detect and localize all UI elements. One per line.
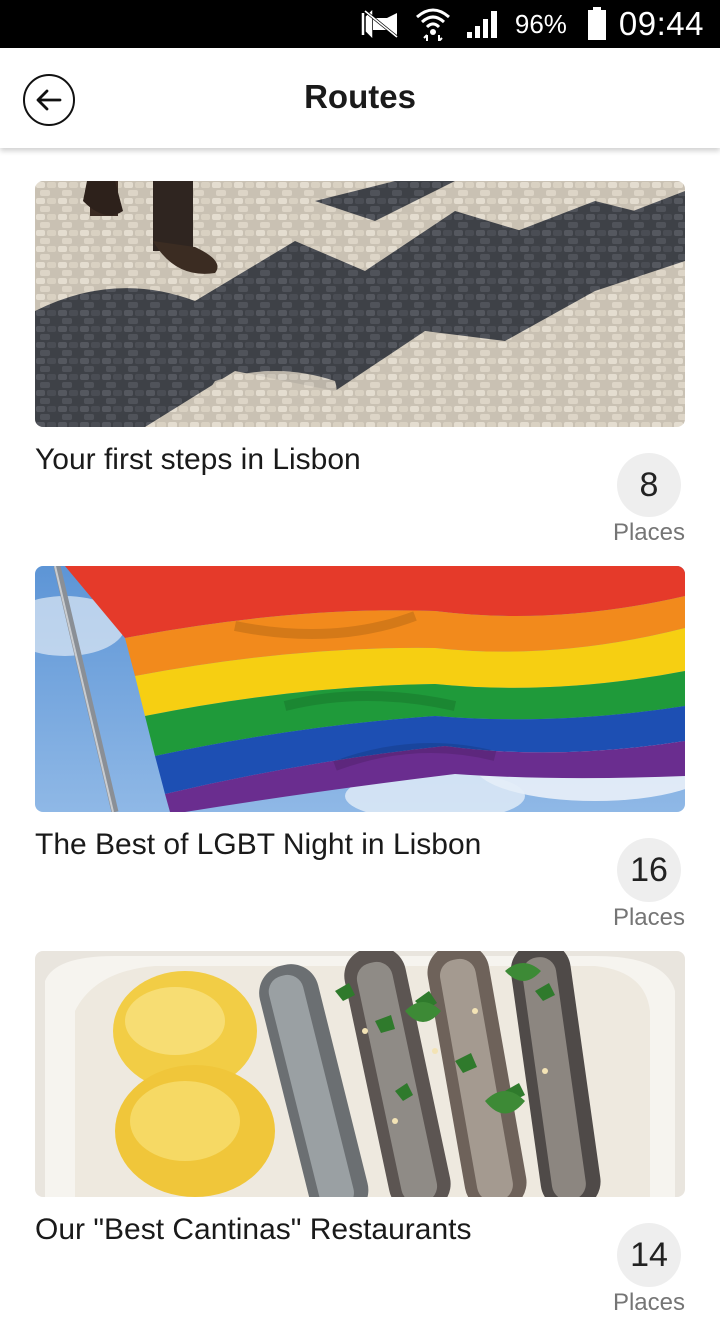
route-name: Our "Best Cantinas" Restaurants	[35, 1213, 472, 1246]
places-count-badge: 16	[617, 838, 681, 902]
app-bar: Routes	[0, 48, 720, 148]
route-image	[35, 181, 685, 427]
wifi-icon	[415, 8, 450, 41]
places-count-badge: 14	[617, 1223, 681, 1287]
places-label: Places	[612, 1289, 685, 1316]
status-icons: 96%	[357, 7, 573, 41]
route-image	[35, 566, 685, 812]
places-label: Places	[612, 519, 685, 546]
signal-icon	[466, 11, 497, 38]
places-count-badge: 8	[617, 453, 681, 517]
page-title: Routes	[304, 78, 416, 115]
mute-icon	[361, 9, 398, 39]
status-bar: 96% 09:44	[0, 0, 720, 48]
battery-icon	[587, 7, 606, 40]
route-name: The Best of LGBT Night in Lisbon	[35, 828, 482, 861]
clock: 09:44	[618, 5, 704, 42]
places-label: Places	[612, 904, 685, 931]
battery-percent: 96%	[514, 8, 567, 39]
route-image	[35, 951, 685, 1197]
route-name: Your first steps in Lisbon	[35, 443, 361, 476]
